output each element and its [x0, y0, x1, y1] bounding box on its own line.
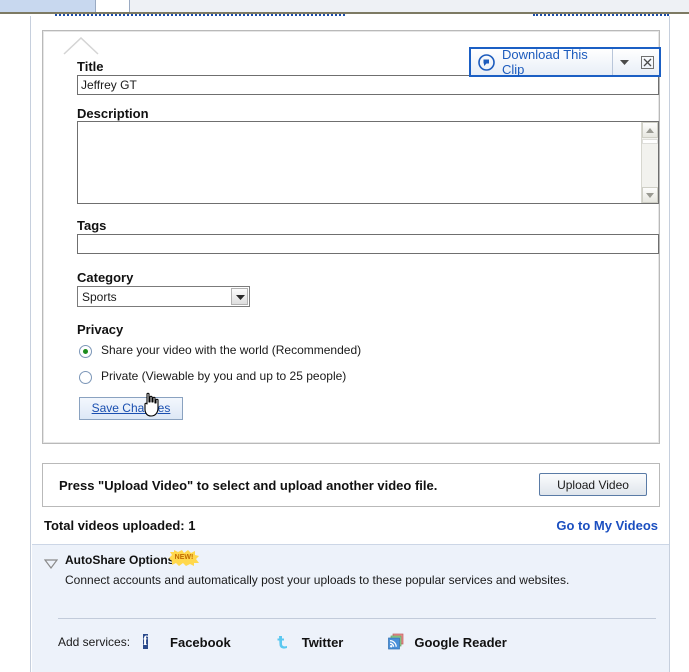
service-facebook[interactable]: f Facebook — [143, 633, 231, 651]
service-facebook-label: Facebook — [170, 634, 231, 650]
twitter-bird-icon — [275, 633, 293, 651]
download-clip-overlay[interactable]: Download This Clip — [469, 47, 661, 77]
browser-tab[interactable] — [95, 0, 130, 12]
privacy-label: Privacy — [77, 322, 124, 337]
new-badge: NEW! — [169, 550, 199, 566]
autoshare-title: AutoShare Options — [65, 553, 175, 567]
category-select[interactable]: Sports — [77, 286, 250, 307]
category-label: Category — [77, 270, 134, 285]
page-right-gutter — [669, 16, 689, 672]
description-field-wrapper — [77, 121, 659, 204]
go-to-my-videos-link[interactable]: Go to My Videos — [556, 518, 658, 533]
save-changes-button[interactable]: Save Changes — [79, 397, 183, 420]
radio-button-private[interactable] — [79, 371, 92, 384]
page-left-gutter — [0, 16, 31, 672]
browser-chrome-strip — [0, 0, 689, 12]
category-selected-value: Sports — [82, 290, 117, 304]
scroll-up-button[interactable] — [642, 122, 658, 138]
service-twitter-label: Twitter — [301, 634, 344, 650]
privacy-option-private-label: Private (Viewable by you and up to 25 pe… — [101, 369, 347, 383]
description-scrollbar[interactable] — [641, 122, 658, 203]
speech-bubble-icon — [478, 53, 495, 71]
facebook-icon: f — [143, 634, 148, 649]
totals-row: Total videos uploaded: 1 Go to My Videos — [42, 516, 660, 538]
close-icon[interactable] — [636, 49, 659, 75]
tags-label: Tags — [77, 218, 107, 233]
chevron-down-icon[interactable] — [231, 288, 248, 305]
scrollbar-thumb[interactable] — [642, 139, 658, 144]
autoshare-description: Connect accounts and automatically post … — [65, 573, 570, 587]
save-changes-label: Save Changes — [91, 401, 171, 415]
service-google-reader-label: Google Reader — [414, 634, 507, 650]
download-clip-label: Download This Clip — [502, 47, 588, 77]
services-row: Add services: f Facebook Twitter Google … — [58, 629, 656, 655]
title-input[interactable] — [77, 75, 659, 95]
panel-caret-icon — [63, 37, 99, 55]
upload-video-button[interactable]: Upload Video — [539, 473, 647, 496]
description-label: Description — [77, 106, 149, 121]
total-videos-text: Total videos uploaded: 1 — [44, 518, 196, 533]
page-content: Title Description — [32, 16, 669, 672]
description-textarea[interactable] — [78, 122, 641, 203]
scroll-down-button[interactable] — [642, 187, 658, 203]
tags-input[interactable] — [77, 234, 659, 254]
autoshare-section: AutoShare Options NEW! Connect accounts … — [32, 544, 669, 672]
new-badge-label: NEW! — [174, 554, 194, 561]
upload-video-panel: Press "Upload Video" to select and uploa… — [42, 463, 660, 507]
privacy-option-public-label: Share your video with the world (Recomme… — [101, 343, 362, 357]
service-twitter[interactable]: Twitter — [275, 633, 344, 651]
video-details-panel: Title Description — [42, 30, 660, 444]
title-label: Title — [77, 59, 104, 74]
upload-instruction-text: Press "Upload Video" to select and uploa… — [59, 478, 438, 493]
rss-feed-icon — [387, 633, 405, 651]
chrome-toolbar-area — [95, 0, 689, 12]
upload-video-label: Upload Video — [557, 478, 629, 492]
radio-button-public[interactable] — [79, 345, 92, 358]
collapse-triangle-icon[interactable] — [43, 558, 59, 569]
autoshare-divider — [58, 618, 656, 619]
service-google-reader[interactable]: Google Reader — [387, 633, 507, 651]
page-body: Title Description — [0, 16, 689, 672]
add-services-label: Add services: — [58, 635, 131, 649]
chevron-down-icon[interactable] — [613, 49, 636, 75]
